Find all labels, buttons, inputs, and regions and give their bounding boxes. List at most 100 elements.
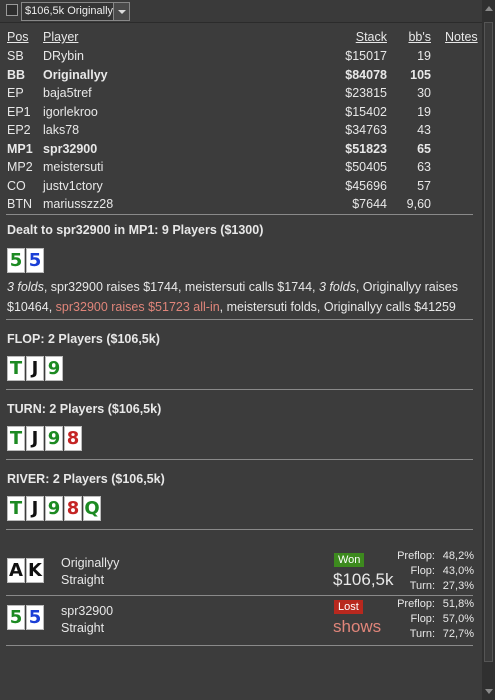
playing-card: J [26,426,44,451]
turn-title: TURN: 2 Players ($106,5k) [7,402,162,416]
flop-title: FLOP: 2 Players ($106,5k) [7,332,160,346]
row-stack: $50405 [345,160,387,174]
row-stack: $7644 [352,197,387,211]
winner-name: Originallyy [61,556,120,570]
preflop-title: Dealt to spr32900 in MP1: 9 Players ($13… [7,223,264,237]
playing-card: 5 [26,248,44,273]
lost-badge: Lost [334,600,363,614]
equity-label: Flop: [410,565,435,577]
hand-filter-dropdown[interactable]: $106,5k Originallyy [21,2,130,21]
playing-card: 9 [45,356,63,381]
row-player: meistersuti [43,160,104,174]
row-bb: 57 [417,178,431,193]
row-player: justv1ctory [43,178,103,193]
playing-card: 5 [7,605,25,630]
row-pos: EP2 [7,123,31,137]
divider [6,214,473,215]
playing-card: 5 [26,605,44,630]
hero-cards: 55 [7,248,44,274]
header-bb[interactable]: bb's [408,30,431,44]
playing-card: T [7,426,25,451]
header-stack[interactable]: Stack [356,30,387,44]
row-stack: $23815 [345,86,387,100]
flop-cards: TJ9 [7,356,63,382]
header-pos[interactable]: Pos [7,30,29,44]
row-pos: SB [7,49,24,63]
loser-hand: Straight [61,621,105,635]
equity-value: 48,2% [442,550,474,562]
row-bb: 65 [417,141,431,156]
winner-hand: Straight [61,573,105,587]
hand-filter-value: $106,5k Originallyy [25,5,119,17]
row-pos: EP [7,86,24,100]
action-all-in: spr32900 raises $51723 all-in [55,300,220,314]
preflop-actions: 3 folds, spr32900 raises $1744, meisters… [7,277,475,317]
divider [6,389,473,390]
toolbar: $106,5k Originallyy [0,0,482,23]
filter-checkbox[interactable] [6,4,18,16]
playing-card: 5 [7,248,25,273]
row-player: baja5tref [43,86,92,100]
row-bb: 105 [410,67,431,82]
table-row[interactable]: SB DRybin $15017 19 [0,49,482,67]
river-cards: TJ98Q [7,496,101,522]
row-stack: $45696 [345,178,387,193]
playing-card: 8 [64,496,82,521]
action-folds: 3 folds [319,280,356,294]
equity-value: 51,8% [442,598,474,610]
row-player: laks78 [43,123,80,137]
header-notes[interactable]: Notes [445,30,478,44]
turn-cards: TJ98 [7,426,82,452]
scrollbar-thumb[interactable] [484,22,493,662]
equity-label: Preflop: [397,598,435,610]
playing-card: 9 [45,496,63,521]
equity-value: 72,7% [442,628,474,640]
equity-label: Preflop: [397,550,435,562]
action-text: , meistersuti folds, Originallyy calls $… [219,300,456,314]
row-stack: $51823 [345,141,387,156]
row-pos: BTN [7,197,32,211]
equity-value: 57,0% [442,613,474,625]
row-player: igorlekroo [43,104,98,119]
table-row[interactable]: MP2 meistersuti $50405 63 [0,160,482,178]
river-title: RIVER: 2 Players ($106,5k) [7,472,165,486]
row-pos: MP2 [7,160,33,174]
row-player: mariusszz28 [43,197,114,211]
table-row[interactable]: BB Originallyy $84078 105 [0,68,482,86]
equity-value: 43,0% [442,565,474,577]
divider [6,595,473,596]
action-text: , spr32900 raises $1744, meistersuti cal… [43,280,319,294]
divider [6,459,473,460]
won-badge: Won [334,553,365,567]
loser-cards: 55 [7,605,44,631]
header-player[interactable]: Player [43,30,78,44]
table-row[interactable]: MP1 spr32900 $51823 65 [0,142,482,160]
row-bb: 63 [417,160,431,174]
playing-card: Q [83,496,101,521]
scroll-up-icon[interactable] [485,6,493,11]
divider [6,645,473,646]
playing-card: 8 [64,426,82,451]
row-pos: EP1 [7,104,31,119]
chevron-down-icon[interactable] [113,3,129,20]
table-row[interactable]: CO justv1ctory $45696 57 [0,179,482,197]
table-row[interactable]: BTN mariusszz28 $7644 9,60 [0,197,482,215]
vertical-scrollbar[interactable] [482,0,495,700]
table-row[interactable]: EP baja5tref $23815 30 [0,86,482,104]
row-pos: CO [7,178,26,193]
playing-card: J [26,356,44,381]
playing-card: A [7,558,25,583]
table-row[interactable]: EP2 laks78 $34763 43 [0,123,482,141]
playing-card: K [26,558,44,583]
row-stack: $84078 [345,67,387,82]
equity-label: Flop: [410,613,435,625]
loser-name: spr32900 [61,604,114,618]
scroll-down-icon[interactable] [485,689,493,694]
row-player: spr32900 [43,141,98,156]
equity-label: Turn: [409,580,435,592]
table-row[interactable]: EP1 igorlekroo $15402 19 [0,105,482,123]
equity-value: 27,3% [442,580,474,592]
winner-cards: AK [7,558,44,584]
row-stack: $15017 [345,49,387,63]
equity-label: Turn: [409,628,435,640]
